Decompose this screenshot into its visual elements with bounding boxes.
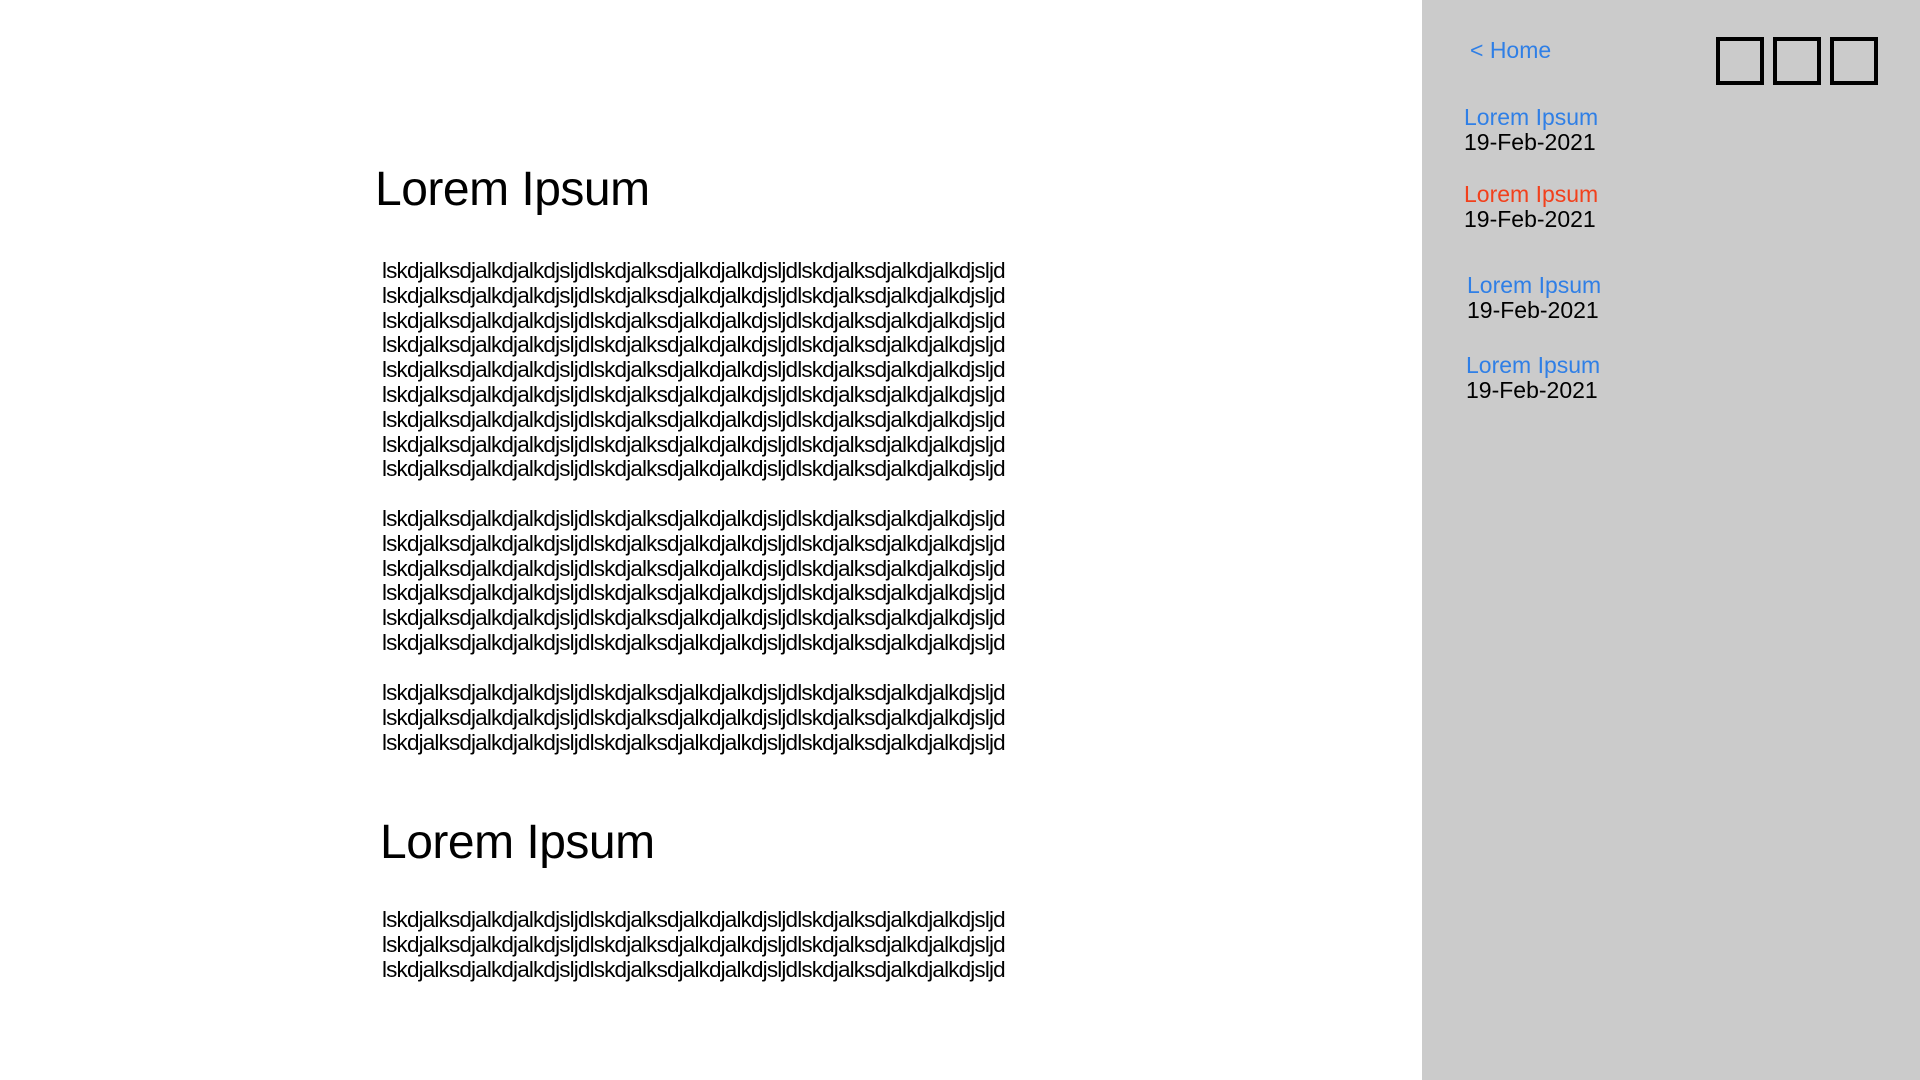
paragraph-line: lskdjalksdjalkdjalkdjsljdlskdjalksdjalkd… bbox=[382, 931, 1006, 957]
paragraph-line: lskdjalksdjalkdjalkdjsljdlskdjalksdjalkd… bbox=[382, 406, 1006, 432]
paragraph-line: lskdjalksdjalkdjalkdjsljdlskdjalksdjalkd… bbox=[382, 680, 1006, 705]
home-link[interactable]: < Home bbox=[1470, 36, 1551, 64]
sidebar-post: Lorem Ipsum 19-Feb-2021 bbox=[1467, 273, 1601, 323]
paragraph-line: lskdjalksdjalkdjalkdjsljdlskdjalksdjalkd… bbox=[382, 282, 1006, 308]
paragraph-line: lskdjalksdjalkdjalkdjsljdlskdjalksdjalkd… bbox=[382, 907, 1006, 932]
sidebar: < Home Lorem Ipsum 19-Feb-2021 Lorem Ips… bbox=[1422, 0, 1920, 1080]
paragraph-line: lskdjalksdjalkdjalkdjsljdlskdjalksdjalkd… bbox=[382, 704, 1006, 730]
post-date: 19-Feb-2021 bbox=[1464, 206, 1596, 232]
post-title-link[interactable]: Lorem Ipsum bbox=[1464, 105, 1598, 130]
post-date: 19-Feb-2021 bbox=[1464, 129, 1596, 155]
post-title-link[interactable]: Lorem Ipsum bbox=[1466, 353, 1600, 378]
article-content: Lorem Ipsum lskdjalksdjalkdjalkdjsljdlsk… bbox=[0, 0, 1422, 1080]
section-heading: Lorem Ipsum bbox=[375, 163, 650, 216]
paragraph: lskdjalksdjalkdjalkdjsljdlskdjalksdjalkd… bbox=[382, 680, 1006, 755]
sidebar-post: Lorem Ipsum 19-Feb-2021 bbox=[1464, 105, 1598, 155]
post-title-link[interactable]: Lorem Ipsum bbox=[1467, 273, 1601, 298]
paragraph-line: lskdjalksdjalkdjalkdjsljdlskdjalksdjalkd… bbox=[382, 956, 1006, 982]
paragraph-line: lskdjalksdjalkdjalkdjsljdlskdjalksdjalkd… bbox=[382, 357, 1006, 383]
paragraph-line: lskdjalksdjalkdjalkdjsljdlskdjalksdjalkd… bbox=[382, 307, 1006, 333]
sidebar-post: Lorem Ipsum 19-Feb-2021 bbox=[1466, 353, 1600, 403]
paragraph-line: lskdjalksdjalkdjalkdjsljdlskdjalksdjalkd… bbox=[382, 456, 1006, 482]
paragraph-line: lskdjalksdjalkdjalkdjsljdlskdjalksdjalkd… bbox=[382, 332, 1006, 358]
window-controls bbox=[1716, 37, 1878, 85]
paragraph-line: lskdjalksdjalkdjalkdjsljdlskdjalksdjalkd… bbox=[382, 605, 1006, 631]
post-date: 19-Feb-2021 bbox=[1467, 297, 1599, 323]
post-date: 19-Feb-2021 bbox=[1466, 377, 1598, 403]
sidebar-post: Lorem Ipsum 19-Feb-2021 bbox=[1464, 182, 1598, 232]
paragraph-line: lskdjalksdjalkdjalkdjsljdlskdjalksdjalkd… bbox=[382, 431, 1006, 457]
close-box[interactable] bbox=[1830, 37, 1878, 85]
paragraph-line: lskdjalksdjalkdjalkdjsljdlskdjalksdjalkd… bbox=[382, 555, 1006, 581]
paragraph: lskdjalksdjalkdjalkdjsljdlskdjalksdjalkd… bbox=[382, 506, 1006, 656]
paragraph: lskdjalksdjalkdjalkdjsljdlskdjalksdjalkd… bbox=[382, 907, 1006, 982]
paragraph-line: lskdjalksdjalkdjalkdjsljdlskdjalksdjalkd… bbox=[382, 530, 1006, 556]
paragraph-line: lskdjalksdjalkdjalkdjsljdlskdjalksdjalkd… bbox=[382, 506, 1006, 531]
paragraph: lskdjalksdjalkdjalkdjsljdlskdjalksdjalkd… bbox=[382, 258, 1006, 482]
maximize-box[interactable] bbox=[1773, 37, 1821, 85]
minimize-box[interactable] bbox=[1716, 37, 1764, 85]
post-title-link-active[interactable]: Lorem Ipsum bbox=[1464, 182, 1598, 207]
paragraph-line: lskdjalksdjalkdjalkdjsljdlskdjalksdjalkd… bbox=[382, 729, 1006, 755]
paragraph-line: lskdjalksdjalkdjalkdjsljdlskdjalksdjalkd… bbox=[382, 629, 1006, 655]
paragraph-line: lskdjalksdjalkdjalkdjsljdlskdjalksdjalkd… bbox=[382, 381, 1006, 407]
section-heading: Lorem Ipsum bbox=[380, 816, 655, 869]
paragraph-line: lskdjalksdjalkdjalkdjsljdlskdjalksdjalkd… bbox=[382, 258, 1006, 283]
paragraph-line: lskdjalksdjalkdjalkdjsljdlskdjalksdjalkd… bbox=[382, 580, 1006, 606]
page: Lorem Ipsum lskdjalksdjalkdjalkdjsljdlsk… bbox=[0, 0, 1920, 1080]
